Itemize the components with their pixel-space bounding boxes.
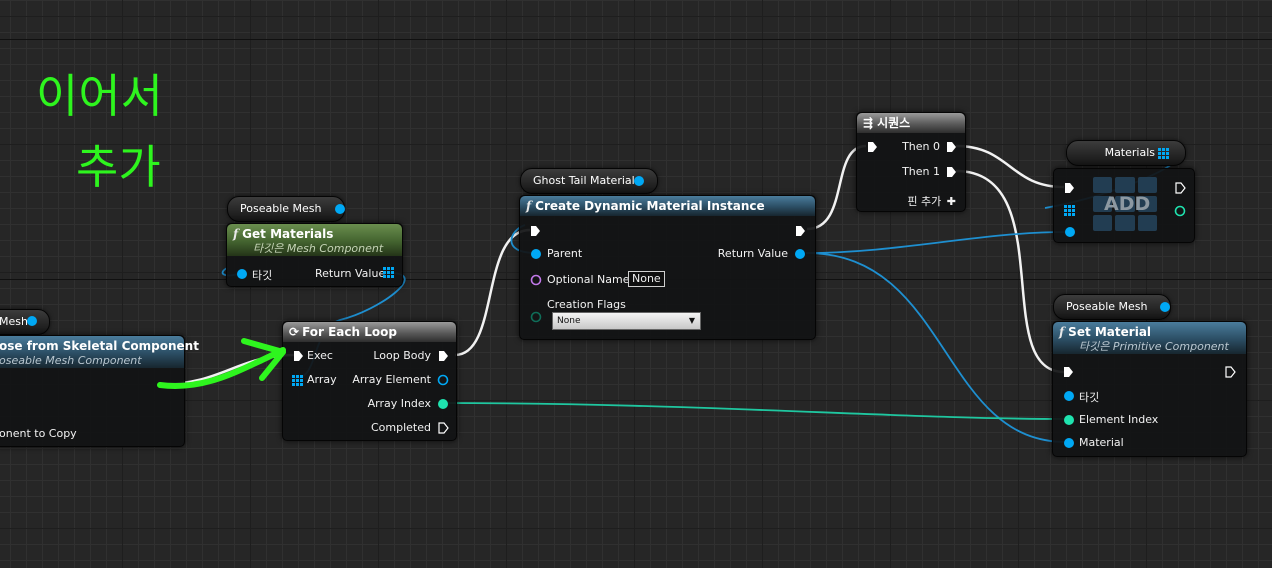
exec-wire xyxy=(955,169,1065,374)
copy-pose-node[interactable]: ose from Skeletal Component oseable Mesh… xyxy=(0,335,199,447)
create-dynamic-material-instance-node[interactable]: f Create Dynamic Material Instance Parent… xyxy=(519,195,816,340)
then1-label: Then 1 xyxy=(902,165,940,178)
optional-name-input[interactable]: None xyxy=(628,271,665,287)
sequence-header: ⇶ 시퀀스 xyxy=(857,113,965,133)
set-material-title: Set Material xyxy=(1068,325,1152,339)
copy-pose-title: ose from Skeletal Component xyxy=(0,339,199,353)
get-materials-header: f Get Materials 타깃은 Mesh Component xyxy=(227,224,402,256)
return-pin-icon[interactable] xyxy=(794,248,806,260)
creation-flags-dropdown[interactable]: None ▼ xyxy=(552,312,701,330)
exec-in-pin-icon[interactable] xyxy=(867,141,878,153)
integer-pin-icon[interactable] xyxy=(437,398,449,410)
poseable-mesh-getter-2[interactable]: Poseable Mesh xyxy=(1053,294,1171,320)
exec-out-pin-icon[interactable] xyxy=(438,350,449,362)
set-material-header: f Set Material 타깃은 Primitive Component xyxy=(1053,322,1246,354)
object-pin-icon[interactable] xyxy=(1064,226,1076,238)
array-pin-icon[interactable] xyxy=(1158,148,1169,159)
completed-label: Completed xyxy=(371,421,431,434)
object-wire xyxy=(805,231,1067,254)
optional-name-label: Optional Name xyxy=(547,273,630,286)
dropdown-arrow-icon: ▼ xyxy=(688,316,695,325)
for-each-loop-node[interactable]: ⟳ For Each Loop Exec Array Loop Body Arra… xyxy=(282,321,457,441)
mesh-variable-label: Mesh xyxy=(0,315,28,328)
copy-pose-pin-label: onent to Copy xyxy=(0,427,77,440)
set-material-node[interactable]: f Set Material 타깃은 Primitive Component 타깃… xyxy=(1052,321,1247,457)
exec-in-pin-icon[interactable] xyxy=(530,225,541,237)
integer-wire xyxy=(439,402,1067,420)
then0-label: Then 0 xyxy=(902,140,940,153)
exec-in-pin-icon[interactable] xyxy=(1064,182,1075,194)
exec-in-pin-icon[interactable] xyxy=(293,350,304,362)
sequence-icon: ⇶ xyxy=(863,116,874,130)
exec-out-pin-icon[interactable] xyxy=(1175,182,1186,194)
object-pin-icon[interactable] xyxy=(26,315,38,327)
array-add-title: ADD xyxy=(1104,193,1151,215)
array-pin-icon[interactable] xyxy=(292,375,303,386)
object-pin-icon[interactable] xyxy=(437,374,449,386)
annotation-line2: 추가 xyxy=(76,140,161,194)
element-index-label: Element Index xyxy=(1079,413,1159,426)
get-materials-title: Get Materials xyxy=(242,227,334,241)
exec-wire xyxy=(955,144,1065,189)
array-add-node[interactable]: ADD xyxy=(1053,168,1195,243)
get-materials-subtitle: 타깃은 Mesh Component xyxy=(253,242,384,255)
array-index-label: Array Index xyxy=(367,397,431,410)
annotation-line1: 이어서 xyxy=(36,69,163,123)
exec-out-pin-icon[interactable] xyxy=(946,141,957,153)
parent-label: Parent xyxy=(547,247,583,260)
create-dmi-header: f Create Dynamic Material Instance xyxy=(520,196,815,216)
loop-icon: ⟳ xyxy=(289,325,300,339)
for-each-loop-title: For Each Loop xyxy=(302,325,397,339)
get-materials-return-label: Return Value xyxy=(315,267,386,280)
poseable-mesh-getter-1[interactable]: Poseable Mesh xyxy=(227,196,345,222)
create-dmi-title: Create Dynamic Material Instance xyxy=(535,199,765,213)
return-value-label: Return Value xyxy=(717,247,788,260)
copy-pose-node-header: ose from Skeletal Component oseable Mesh… xyxy=(0,336,199,368)
material-pin-icon[interactable] xyxy=(1063,437,1075,449)
exec-out-pin-icon[interactable] xyxy=(438,422,449,434)
integer-pin-icon[interactable] xyxy=(1174,205,1186,217)
exec-out-pin-icon[interactable] xyxy=(1225,366,1236,378)
get-materials-node[interactable]: f Get Materials 타깃은 Mesh Component 타깃 Ret… xyxy=(226,223,403,287)
mesh-variable-getter[interactable]: Mesh xyxy=(0,309,50,335)
set-material-subtitle: 타깃은 Primitive Component xyxy=(1079,340,1229,353)
sequence-node[interactable]: ⇶ 시퀀스 Then 0 Then 1 핀 추가 ✚ xyxy=(856,112,966,212)
array-pin-icon[interactable] xyxy=(383,267,395,279)
function-icon: f xyxy=(1059,325,1065,339)
add-pin-button[interactable]: 핀 추가 ✚ xyxy=(907,193,956,209)
array-pin-icon[interactable] xyxy=(1064,205,1075,216)
ghost-tail-material-label: Ghost Tail Material xyxy=(533,174,635,187)
exec-label: Exec xyxy=(307,349,333,362)
integer-pin-icon[interactable] xyxy=(1063,414,1075,426)
set-material-target-label: 타깃 xyxy=(1079,391,1100,404)
array-element-label: Array Element xyxy=(352,373,431,386)
get-materials-target-label: 타깃 xyxy=(252,269,273,282)
enum-pin-icon[interactable] xyxy=(530,311,542,323)
poseable-mesh-label: Poseable Mesh xyxy=(240,202,322,215)
name-pin-icon[interactable] xyxy=(530,274,542,286)
creation-flags-value: None xyxy=(557,316,581,326)
object-pin-icon[interactable] xyxy=(633,175,645,187)
materials-variable-label: Materials xyxy=(1104,146,1155,159)
copy-pose-subtitle: oseable Mesh Component xyxy=(0,354,142,367)
exec-in-pin-icon[interactable] xyxy=(1063,366,1074,378)
function-icon: f xyxy=(233,227,239,241)
plus-icon: ✚ xyxy=(946,195,956,208)
exec-out-pin-icon[interactable] xyxy=(795,225,806,237)
add-pin-label: 핀 추가 xyxy=(907,195,942,208)
creation-flags-label: Creation Flags xyxy=(547,298,626,311)
object-pin-icon[interactable] xyxy=(1159,301,1171,313)
object-pin-icon[interactable] xyxy=(334,203,346,215)
sequence-title: 시퀀스 xyxy=(877,116,911,130)
material-label: Material xyxy=(1079,436,1124,449)
array-label: Array xyxy=(307,373,337,386)
exec-out-pin-icon[interactable] xyxy=(946,166,957,178)
for-each-loop-header: ⟳ For Each Loop xyxy=(283,322,456,342)
target-pin-icon[interactable] xyxy=(1063,390,1075,402)
function-icon: f xyxy=(526,199,532,213)
target-pin-icon[interactable] xyxy=(236,268,248,280)
parent-pin-icon[interactable] xyxy=(530,248,542,260)
poseable-mesh-label-2: Poseable Mesh xyxy=(1066,300,1148,313)
loop-body-label: Loop Body xyxy=(373,349,431,362)
